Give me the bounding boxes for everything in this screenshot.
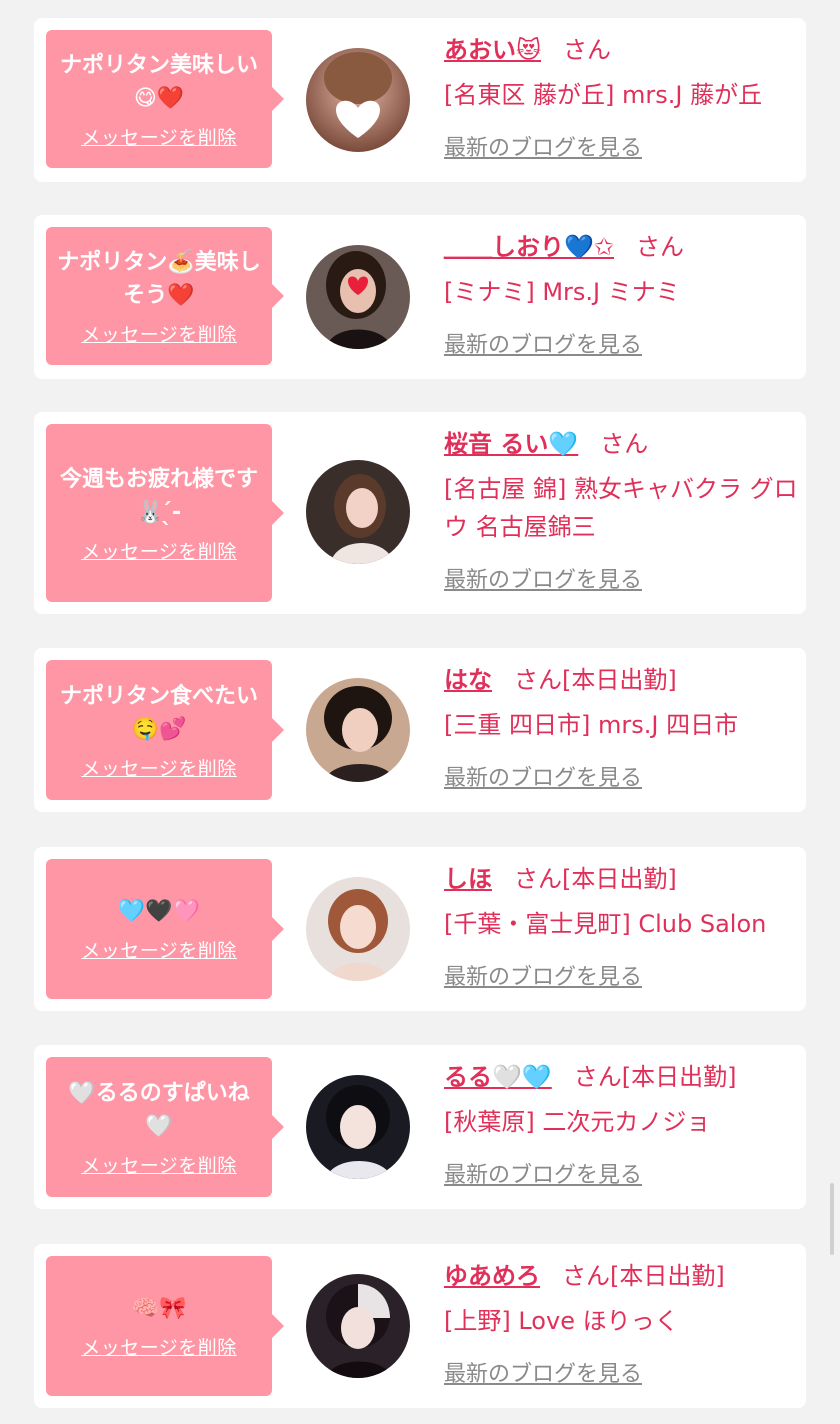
message-list: ナポリタン美味しい😋❤️ メッセージを削除 あおい😻 さん [名東区 藤が丘] m… [0,0,840,1424]
message-bubble: 🩵🖤🩷 メッセージを削除 [46,859,284,999]
cast-name-link[interactable]: しほ [444,865,492,893]
latest-blog-link[interactable]: 最新のブログを見る [444,562,642,594]
shop-name: [ミナミ] Mrs.J ミナミ [444,278,680,306]
name-row: あおい😻 さん [444,32,800,68]
cast-info: しほ さん[本日出勤] [千葉・富士見町] Club Salon 最新のブログを見… [444,861,800,991]
honorific: さん [562,1262,610,1290]
cast-info: るる🤍🩵 さん[本日出勤] [秋葉原] 二次元カノジョ 最新のブログを見る [444,1059,800,1189]
delete-message-link[interactable]: メッセージを削除 [81,537,237,564]
cast-name-link[interactable]: 桜音 るい🩵 [444,430,578,458]
cast-name-link[interactable]: ＿＿しおり💙✩ [444,233,614,261]
honorific: さん [563,36,612,64]
message-bubble: ナポリタン美味しい😋❤️ メッセージを削除 [46,30,284,168]
latest-blog-link[interactable]: 最新のブログを見る [444,327,642,359]
message-bubble: 🧠🎀 メッセージを削除 [46,1256,284,1396]
delete-message-link[interactable]: メッセージを削除 [81,320,237,347]
cast-name-link[interactable]: るる🤍🩵 [444,1063,552,1091]
cast-info: はな さん[本日出勤] [三重 四日市] mrs.J 四日市 最新のブログを見る [444,662,800,792]
delete-message-link[interactable]: メッセージを削除 [81,754,237,781]
status-badge: [本日出勤] [621,1063,737,1091]
list-item: 🧠🎀 メッセージを削除 ゆあめろ さん[本日出勤] [上野] Love ほりっく … [34,1244,806,1408]
shop-name: [秋葉原] 二次元カノジョ [444,1108,711,1136]
delete-message-link[interactable]: メッセージを削除 [81,123,237,150]
avatar[interactable] [306,1075,410,1179]
shop-name: [千葉・富士見町] Club Salon [444,910,767,938]
message-text: 🩵🖤🩷 [117,899,201,924]
name-row: るる🤍🩵 さん[本日出勤] [444,1059,800,1095]
latest-blog-link[interactable]: 最新のブログを見る [444,760,642,792]
status-badge: [本日出勤] [562,865,677,893]
message-bubble: ナポリタン🍝美味しそう❤️ メッセージを削除 [46,227,284,365]
message-text: 今週もお疲れ様です🐰 ̖́-‬ [59,466,258,525]
message-text: ナポリタン🍝美味しそう❤️ [57,249,261,308]
shop-name: [名東区 藤が丘] mrs.J 藤が丘 [444,81,763,109]
latest-blog-link[interactable]: 最新のブログを見る [444,1356,642,1388]
cast-info: あおい😻 さん [名東区 藤が丘] mrs.J 藤が丘 最新のブログを見る [444,32,800,162]
delete-message-link[interactable]: メッセージを削除 [81,936,237,963]
avatar[interactable] [306,48,410,152]
message-bubble: 今週もお疲れ様です🐰 ̖́-‬ メッセージを削除 [46,424,284,602]
honorific: さん [514,666,562,694]
name-row: ＿＿しおり💙✩ さん [444,229,800,265]
honorific: さん [514,865,562,893]
list-item: ナポリタン美味しい😋❤️ メッセージを削除 あおい😻 さん [名東区 藤が丘] m… [34,18,806,182]
list-item: 🤍るるのすぱいね🤍 メッセージを削除 るる🤍🩵 さん[本日出勤] [秋葉原] 二次… [34,1045,806,1209]
latest-blog-link[interactable]: 最新のブログを見る [444,959,642,991]
name-row: 桜音 るい🩵 さん [444,426,800,462]
honorific: さん [573,1063,622,1091]
shop-name: [名古屋 錦] 熟女キャバクラ グロウ 名古屋錦三 [444,475,798,541]
latest-blog-link[interactable]: 最新のブログを見る [444,130,642,162]
cast-name-link[interactable]: はな [444,666,492,694]
cast-info: ゆあめろ さん[本日出勤] [上野] Love ほりっく 最新のブログを見る [444,1258,800,1388]
scrollbar[interactable] [830,1183,834,1255]
name-row: はな さん[本日出勤] [444,662,800,698]
cast-name-link[interactable]: あおい😻 [444,36,541,64]
avatar[interactable] [306,877,410,981]
name-row: しほ さん[本日出勤] [444,861,800,897]
list-item: ナポリタン食べたい🤤💕 メッセージを削除 はな さん[本日出勤] [三重 四日市]… [34,648,806,812]
name-row: ゆあめろ さん[本日出勤] [444,1258,800,1294]
delete-message-link[interactable]: メッセージを削除 [81,1333,237,1360]
message-text: ナポリタン美味しい😋❤️ [59,52,258,111]
avatar[interactable] [306,678,410,782]
honorific: さん [600,430,649,458]
avatar[interactable] [306,1274,410,1378]
message-bubble: ナポリタン食べたい🤤💕 メッセージを削除 [46,660,284,800]
list-item: ナポリタン🍝美味しそう❤️ メッセージを削除 ＿＿しおり💙✩ さん [ミナミ] M… [34,215,806,379]
message-bubble: 🤍るるのすぱいね🤍 メッセージを削除 [46,1057,284,1197]
honorific: さん [636,233,684,261]
list-item: 今週もお疲れ様です🐰 ̖́-‬ メッセージを削除 桜音 るい🩵 さん [名古屋 錦… [34,412,806,614]
status-badge: [本日出勤] [610,1262,725,1290]
message-text: 🤍るるのすぱいね🤍 [68,1080,250,1139]
avatar[interactable] [306,460,410,564]
cast-info: ＿＿しおり💙✩ さん [ミナミ] Mrs.J ミナミ 最新のブログを見る [444,229,800,359]
cast-info: 桜音 るい🩵 さん [名古屋 錦] 熟女キャバクラ グロウ 名古屋錦三 最新のブロ… [444,426,800,594]
status-badge: [本日出勤] [562,666,677,694]
latest-blog-link[interactable]: 最新のブログを見る [444,1157,642,1189]
shop-name: [上野] Love ほりっく [444,1307,679,1335]
message-text: ナポリタン食べたい🤤💕 [59,683,258,742]
message-text: 🧠🎀 [131,1296,187,1321]
list-item: 🩵🖤🩷 メッセージを削除 しほ さん[本日出勤] [千葉・富士見町] Club S… [34,847,806,1011]
avatar[interactable] [306,245,410,349]
delete-message-link[interactable]: メッセージを削除 [81,1151,237,1178]
cast-name-link[interactable]: ゆあめろ [444,1262,540,1290]
shop-name: [三重 四日市] mrs.J 四日市 [444,711,739,739]
